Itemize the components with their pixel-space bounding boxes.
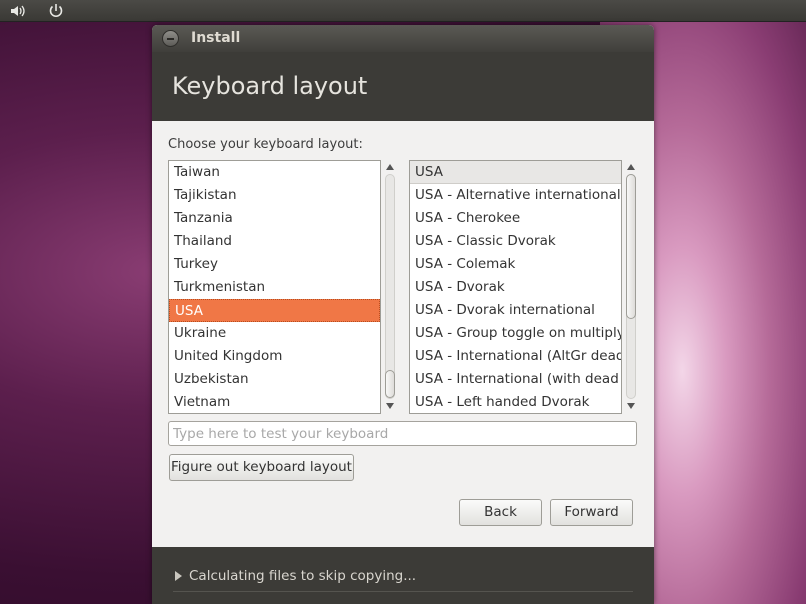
close-icon[interactable]: [162, 30, 179, 47]
status-text[interactable]: Calculating files to skip copying...: [189, 568, 416, 584]
top-panel: [0, 0, 806, 22]
page-header: Keyboard layout: [152, 52, 654, 121]
list-item[interactable]: USA - Alternative international (: [410, 184, 621, 207]
page-title: Keyboard layout: [172, 72, 368, 100]
list-item[interactable]: USA - Dvorak international: [410, 299, 621, 322]
volume-icon[interactable]: [9, 3, 27, 19]
scroll-trough[interactable]: [385, 174, 395, 399]
list-item[interactable]: Turkmenistan: [169, 276, 380, 299]
list-item[interactable]: USA - International (with dead k: [410, 368, 621, 391]
forward-button[interactable]: Forward: [550, 499, 633, 526]
list-item[interactable]: Turkey: [169, 253, 380, 276]
list-item-selected[interactable]: USA: [410, 161, 621, 184]
scroll-down-icon[interactable]: [386, 403, 394, 409]
back-button[interactable]: Back: [459, 499, 542, 526]
progress-bar: [173, 591, 633, 597]
install-progress-footer: Calculating files to skip copying...: [152, 547, 654, 604]
list-item[interactable]: United Kingdom: [169, 345, 380, 368]
list-item[interactable]: USA - Classic Dvorak: [410, 230, 621, 253]
scroll-up-icon[interactable]: [386, 164, 394, 170]
scroll-down-icon[interactable]: [627, 403, 635, 409]
list-item[interactable]: Tanzania: [169, 207, 380, 230]
layout-prompt-label: Choose your keyboard layout:: [168, 137, 363, 152]
list-item[interactable]: Ukraine: [169, 322, 380, 345]
list-item[interactable]: USA - Colemak: [410, 253, 621, 276]
list-item[interactable]: USA - Group toggle on multiply/: [410, 322, 621, 345]
list-item[interactable]: Thailand: [169, 230, 380, 253]
list-item[interactable]: Uzbekistan: [169, 368, 380, 391]
title-bar: Install: [152, 25, 654, 52]
scroll-thumb[interactable]: [385, 370, 395, 398]
keyboard-test-input[interactable]: [168, 421, 637, 446]
list-item-selected[interactable]: USA: [169, 299, 380, 322]
installer-window: Install Keyboard layout Choose your keyb…: [152, 25, 654, 604]
window-title: Install: [191, 30, 241, 46]
scroll-up-icon[interactable]: [627, 164, 635, 170]
power-icon[interactable]: [47, 3, 65, 19]
list-item[interactable]: USA - Left handed Dvorak: [410, 391, 621, 413]
figure-out-layout-button[interactable]: Figure out keyboard layout: [169, 454, 354, 481]
list-item[interactable]: USA - Cherokee: [410, 207, 621, 230]
variant-list[interactable]: USA USA - Alternative international ( US…: [409, 160, 622, 414]
list-item[interactable]: Tajikistan: [169, 184, 380, 207]
list-item[interactable]: USA - International (AltGr dead: [410, 345, 621, 368]
country-list[interactable]: Taiwan Tajikistan Tanzania Thailand Turk…: [168, 160, 381, 414]
content-area: Choose your keyboard layout: Taiwan Taji…: [152, 121, 654, 547]
country-scrollbar[interactable]: [383, 160, 397, 414]
scroll-thumb[interactable]: [626, 174, 636, 319]
variant-scrollbar[interactable]: [624, 160, 638, 414]
list-item[interactable]: Vietnam: [169, 391, 380, 413]
expander-arrow-icon[interactable]: [175, 571, 182, 581]
list-item[interactable]: Taiwan: [169, 161, 380, 184]
list-item[interactable]: USA - Dvorak: [410, 276, 621, 299]
